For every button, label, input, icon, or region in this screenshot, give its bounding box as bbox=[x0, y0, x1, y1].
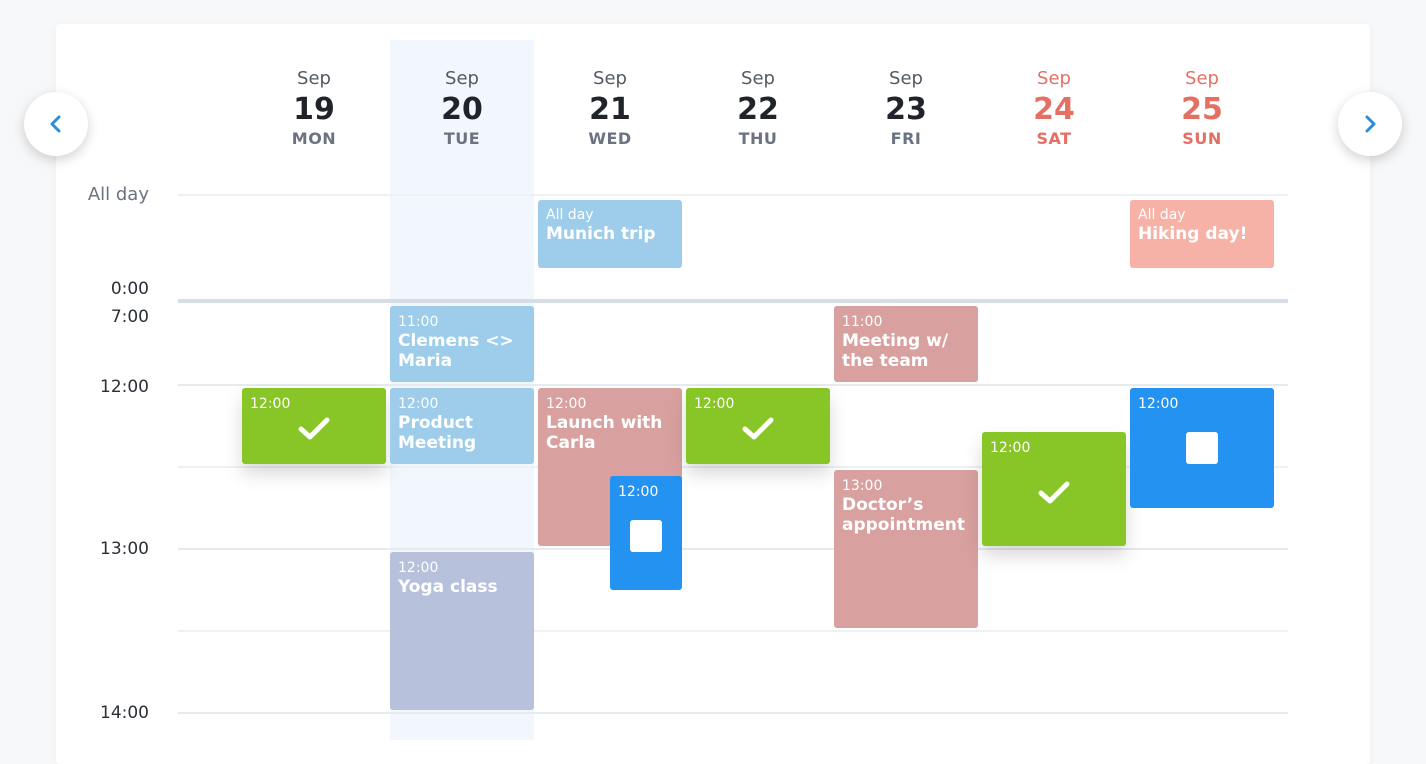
day-month: Sep bbox=[445, 68, 479, 89]
event-time: 11:00 bbox=[842, 314, 883, 330]
day-number: 20 bbox=[441, 92, 483, 127]
checkmark-icon bbox=[298, 417, 330, 440]
event-title: Yoga class bbox=[398, 577, 498, 597]
task-wed-open[interactable]: 12:00 bbox=[610, 476, 682, 590]
day-month: Sep bbox=[593, 68, 627, 89]
day-header-sat[interactable]: Sep 24 SAT bbox=[982, 66, 1126, 150]
task-sat-done[interactable]: 12:00 bbox=[982, 432, 1126, 546]
day-header-tue[interactable]: Sep 20 TUE bbox=[390, 66, 534, 150]
event-time: 12:00 bbox=[250, 396, 291, 412]
event-product-meeting[interactable]: 12:00 Product Meeting bbox=[390, 388, 534, 464]
checkbox-icon bbox=[630, 520, 662, 552]
task-mon-done[interactable]: 12:00 bbox=[242, 388, 386, 464]
event-hiking-day[interactable]: All day Hiking day! bbox=[1130, 200, 1274, 268]
event-time: 12:00 bbox=[546, 396, 587, 412]
time-label-7: 7:00 bbox=[110, 307, 149, 327]
day-weekday: THU bbox=[738, 129, 778, 148]
day-weekday: TUE bbox=[443, 129, 481, 148]
previous-week-button[interactable] bbox=[24, 92, 88, 156]
event-time: 12:00 bbox=[618, 484, 659, 500]
day-number: 22 bbox=[737, 92, 779, 127]
event-time: All day bbox=[546, 207, 594, 223]
day-weekday: MON bbox=[291, 129, 337, 148]
event-title: Launch with Carla bbox=[546, 413, 663, 453]
day-header-sun[interactable]: Sep 25 SUN bbox=[1130, 66, 1274, 150]
day-weekday: SAT bbox=[1036, 129, 1072, 148]
time-label-13: 13:00 bbox=[100, 539, 149, 559]
day-weekday: WED bbox=[588, 129, 632, 148]
event-title: Meeting w/ the team bbox=[842, 331, 949, 371]
grid-line-1330 bbox=[178, 630, 1288, 632]
event-title: Munich trip bbox=[546, 224, 656, 244]
event-time: 12:00 bbox=[398, 560, 439, 576]
day-header-mon[interactable]: Sep 19 MON bbox=[242, 66, 386, 150]
grid-line-12 bbox=[178, 384, 1288, 386]
next-week-button[interactable] bbox=[1338, 92, 1402, 156]
event-time: 11:00 bbox=[398, 314, 439, 330]
allday-separator bbox=[178, 299, 1288, 303]
day-number: 21 bbox=[589, 92, 631, 127]
event-time: 13:00 bbox=[842, 478, 883, 494]
event-time: 12:00 bbox=[694, 396, 735, 412]
event-meeting-team[interactable]: 11:00 Meeting w/ the team bbox=[834, 306, 978, 382]
event-title: Doctor’s appointment bbox=[842, 495, 966, 535]
event-yoga-class[interactable]: 12:00 Yoga class bbox=[390, 552, 534, 710]
allday-label: All day bbox=[87, 184, 149, 205]
day-month: Sep bbox=[889, 68, 923, 89]
day-number: 25 bbox=[1181, 92, 1223, 127]
day-month: Sep bbox=[297, 68, 331, 89]
day-month: Sep bbox=[1037, 68, 1071, 89]
task-thu-done[interactable]: 12:00 bbox=[686, 388, 830, 464]
event-title: Product Meeting bbox=[398, 413, 477, 453]
allday-divider bbox=[178, 194, 1288, 196]
time-label-12: 12:00 bbox=[100, 377, 149, 397]
task-sun-open[interactable]: 12:00 bbox=[1130, 388, 1274, 508]
chevron-left-icon bbox=[50, 115, 61, 133]
day-weekday: SUN bbox=[1182, 129, 1222, 148]
checkmark-icon bbox=[742, 417, 774, 440]
checkbox-icon bbox=[1186, 432, 1218, 464]
grid-line-13 bbox=[178, 548, 1288, 550]
time-label-0: 0:00 bbox=[110, 279, 149, 299]
day-header-wed[interactable]: Sep 21 WED bbox=[538, 66, 682, 150]
event-munich-trip[interactable]: All day Munich trip bbox=[538, 200, 682, 268]
event-time: 12:00 bbox=[1138, 396, 1179, 412]
event-clemens-maria[interactable]: 11:00 Clemens <> Maria bbox=[390, 306, 534, 382]
day-number: 23 bbox=[885, 92, 927, 127]
day-header-thu[interactable]: Sep 22 THU bbox=[686, 66, 830, 150]
day-number: 19 bbox=[293, 92, 335, 127]
event-time: All day bbox=[1138, 207, 1186, 223]
event-time: 12:00 bbox=[990, 440, 1031, 456]
event-title: Hiking day! bbox=[1138, 224, 1248, 244]
day-number: 24 bbox=[1033, 92, 1075, 127]
day-weekday: FRI bbox=[890, 129, 922, 148]
day-month: Sep bbox=[1185, 68, 1219, 89]
day-header-fri[interactable]: Sep 23 FRI bbox=[834, 66, 978, 150]
time-label-14: 14:00 bbox=[100, 703, 149, 723]
day-month: Sep bbox=[741, 68, 775, 89]
chevron-right-icon bbox=[1365, 115, 1376, 133]
checkmark-icon bbox=[1038, 481, 1070, 504]
grid-line-14 bbox=[178, 712, 1288, 714]
event-doctor-appointment[interactable]: 13:00 Doctor’s appointment bbox=[834, 470, 978, 628]
event-title: Clemens <> Maria bbox=[398, 331, 514, 371]
event-time: 12:00 bbox=[398, 396, 439, 412]
